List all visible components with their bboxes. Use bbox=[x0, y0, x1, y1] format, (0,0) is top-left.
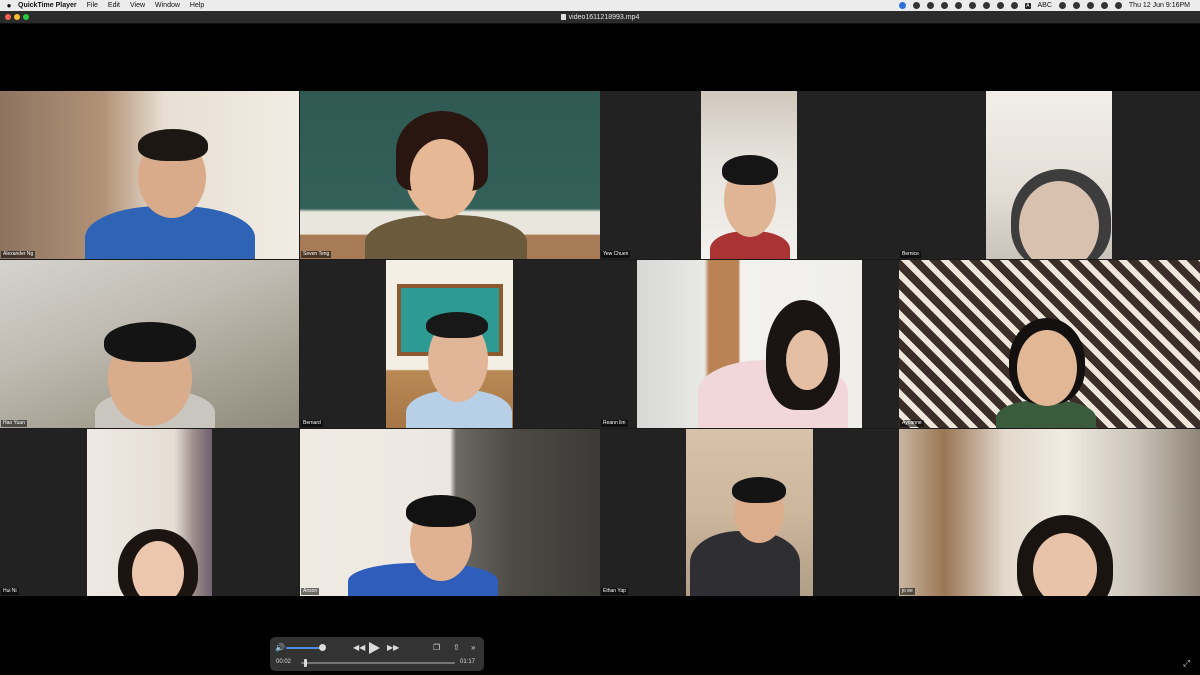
focus-icon[interactable] bbox=[1058, 2, 1066, 9]
apple-logo-icon[interactable]: ● bbox=[0, 1, 18, 10]
participant-name: Alexander Ng bbox=[1, 251, 36, 258]
participant-tile-alexander: Alexander Ng bbox=[0, 91, 299, 259]
participant-tile-ethan: Ethan Yap bbox=[600, 429, 899, 596]
scrub-bar[interactable] bbox=[301, 662, 455, 664]
participant-name: Seven Teng bbox=[301, 251, 332, 258]
participant-name: Yew Chuen bbox=[601, 251, 631, 258]
window-title-text: video1611218993.mp4 bbox=[568, 13, 640, 21]
participant-tile-bernard: Bernard bbox=[300, 260, 600, 428]
playback-controls: 🔊 ◀◀ ▶▶ ❐ ⇧ » 00:02 01:17 bbox=[270, 637, 484, 671]
participant-tile-yew-chuen: Yew Chuen bbox=[600, 91, 899, 259]
volume-slider[interactable] bbox=[286, 647, 322, 649]
menu-app-name[interactable]: QuickTime Player bbox=[18, 2, 77, 9]
status-area: A ABC Thu 12 Jun 9:16PM bbox=[899, 2, 1200, 9]
menu-window[interactable]: Window bbox=[155, 2, 180, 9]
duration: 01:17 bbox=[460, 659, 476, 665]
window-title-bar[interactable]: video1611218993.mp4 bbox=[0, 11, 1200, 24]
menu-file[interactable]: File bbox=[87, 2, 98, 9]
participant-name: Bernice bbox=[900, 251, 921, 258]
menu-view[interactable]: View bbox=[130, 2, 145, 9]
participant-tile-reann: Reann lim bbox=[600, 260, 899, 428]
participant-name: Ethan Yap bbox=[601, 588, 628, 595]
participant-name: Ayrianne bbox=[900, 420, 924, 427]
movie-file-icon bbox=[560, 13, 566, 20]
scrub-bar-knob[interactable] bbox=[304, 659, 307, 667]
settings-icon[interactable] bbox=[1011, 2, 1019, 9]
bluetooth-icon[interactable] bbox=[983, 2, 991, 9]
participant-tile-bernice: Bernice bbox=[899, 91, 1200, 259]
user-icon[interactable] bbox=[997, 2, 1005, 9]
record-icon[interactable] bbox=[955, 2, 963, 9]
participant-tile-jo-ee: jo ee bbox=[899, 429, 1200, 596]
share-icon[interactable]: ⇧ bbox=[453, 643, 460, 653]
window-title: video1611218993.mp4 bbox=[0, 13, 1200, 21]
menu-edit[interactable]: Edit bbox=[108, 2, 120, 9]
participant-name: jo ee bbox=[900, 588, 915, 595]
battery-icon[interactable] bbox=[969, 2, 977, 9]
participant-name: Bernard bbox=[301, 420, 323, 427]
input-source-label: ABC bbox=[1037, 2, 1052, 9]
more-icon[interactable]: » bbox=[471, 643, 475, 653]
meet-icon[interactable] bbox=[899, 2, 907, 9]
fullscreen-icon[interactable]: ⤢ bbox=[1183, 658, 1193, 668]
participant-name: Reann lim bbox=[601, 420, 628, 427]
rewind-icon[interactable]: ◀◀ bbox=[353, 643, 365, 653]
input-source-badge[interactable]: A bbox=[1025, 2, 1031, 9]
participant-name: Hui Ni bbox=[1, 588, 19, 595]
airplay-icon[interactable]: ❐ bbox=[433, 643, 440, 653]
menu-help[interactable]: Help bbox=[190, 2, 204, 9]
participant-tile-hao-yuan: Hao Yuan bbox=[0, 260, 299, 428]
cloud-icon[interactable] bbox=[941, 2, 949, 9]
current-time: 00:02 bbox=[276, 659, 292, 665]
wifi-icon[interactable] bbox=[1072, 2, 1080, 9]
control-center-icon[interactable] bbox=[1100, 2, 1108, 9]
participant-tile-anson: Anson bbox=[300, 429, 600, 596]
participant-tile-seven: Seven Teng bbox=[300, 91, 600, 259]
sync-icon[interactable] bbox=[927, 2, 935, 9]
participant-name: Hao Yuan bbox=[1, 420, 27, 427]
play-icon[interactable] bbox=[369, 642, 380, 654]
search-icon[interactable] bbox=[1086, 2, 1094, 9]
clipboard-icon[interactable] bbox=[913, 2, 921, 9]
clock[interactable]: Thu 12 Jun 9:16PM bbox=[1129, 2, 1190, 9]
participant-name: Anson bbox=[301, 588, 320, 595]
fast-forward-icon[interactable]: ▶▶ bbox=[387, 643, 399, 653]
participant-tile-ayrianne: Ayrianne bbox=[899, 260, 1200, 428]
siri-icon[interactable] bbox=[1114, 2, 1122, 9]
volume-slider-knob[interactable] bbox=[318, 644, 326, 651]
menu-bar: ● QuickTime Player File Edit View Window… bbox=[0, 0, 1200, 11]
volume-icon[interactable]: 🔊 bbox=[275, 643, 285, 653]
participant-tile-hui-ni: Hui Ni bbox=[0, 429, 299, 596]
